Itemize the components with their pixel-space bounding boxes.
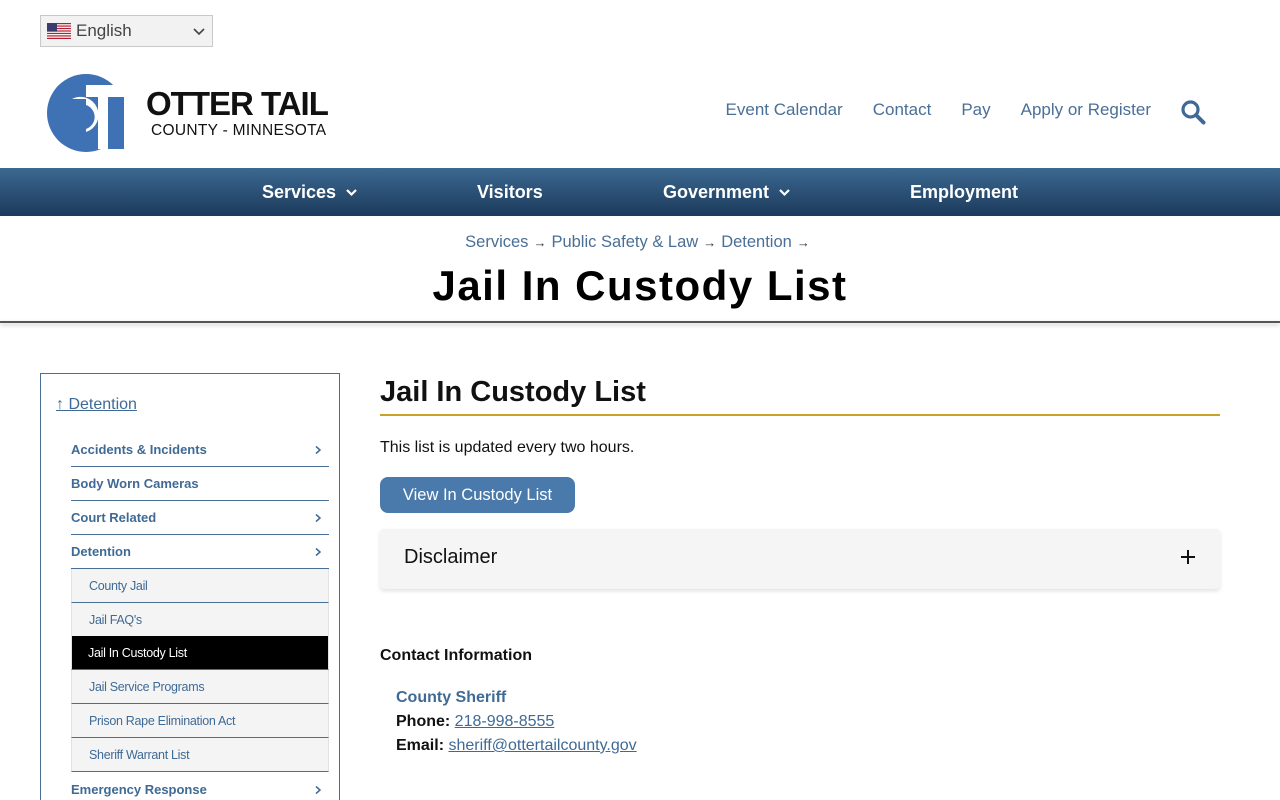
util-link-apply-register[interactable]: Apply or Register <box>1021 100 1151 120</box>
view-in-custody-list-button[interactable]: View In Custody List <box>380 477 575 513</box>
sidebar-subitem-label: Jail In Custody List <box>88 645 187 660</box>
breadcrumb-arrow: → <box>703 235 717 250</box>
nav-employment[interactable]: Employment <box>910 168 1018 216</box>
sidebar-item-court-related[interactable]: Court Related <box>71 501 329 535</box>
logo-subtitle: COUNTY - MINNESOTA <box>151 122 327 140</box>
sidebar-subitem-county-jail[interactable]: County Jail <box>71 569 329 603</box>
util-link-event-calendar[interactable]: Event Calendar <box>726 100 843 120</box>
page-title: Jail In Custody List <box>432 262 848 309</box>
sidebar-subitem-label: Jail Service Programs <box>89 679 205 694</box>
title-divider <box>0 321 1280 323</box>
nav-government[interactable]: Government <box>663 168 791 216</box>
sidebar-subitem-jail-in-custody-list[interactable]: Jail In Custody List <box>71 636 329 670</box>
sidebar-item-label: Emergency Response <box>71 782 207 797</box>
sidebar-item-body-worn-cameras[interactable]: Body Worn Cameras <box>71 467 329 501</box>
breadcrumb-arrow: → <box>533 235 547 250</box>
heading-divider <box>380 414 1220 416</box>
nav-services[interactable]: Services <box>262 168 358 216</box>
accordion-title: Disclaimer <box>404 546 498 568</box>
nav-government-label: Government <box>663 181 770 202</box>
sidebar-subitem-label: Prison Rape Elimination Act <box>89 713 236 728</box>
util-link-pay[interactable]: Pay <box>961 100 990 120</box>
sidebar: ↑ Detention Accidents & Incidents Body W… <box>40 373 340 800</box>
util-link-contact[interactable]: Contact <box>873 100 932 120</box>
intro-text: This list is updated every two hours. <box>380 439 635 456</box>
nav-visitors-label: Visitors <box>477 181 543 202</box>
sidebar-item-emergency-response[interactable]: Emergency Response <box>71 773 329 800</box>
breadcrumb-link-detention[interactable]: Detention <box>721 233 792 251</box>
breadcrumb-arrow: → <box>796 235 810 250</box>
language-label: English <box>76 21 132 40</box>
sidebar-parent-link[interactable]: ↑ Detention <box>56 396 137 414</box>
email-link[interactable]: sheriff@ottertailcounty.gov <box>448 737 636 754</box>
sidebar-subitem-prison-rape-elimination-act[interactable]: Prison Rape Elimination Act <box>71 704 329 738</box>
sidebar-item-detention[interactable]: Detention <box>71 535 329 569</box>
utility-nav: Event Calendar Contact Pay Apply or Regi… <box>726 100 1151 120</box>
sidebar-subitem-jail-faqs[interactable]: Jail FAQ's <box>71 603 329 637</box>
contact-email-line: Email: sheriff@ottertailcounty.gov <box>396 734 637 758</box>
plus-icon <box>1181 550 1195 564</box>
sidebar-item-accidents[interactable]: Accidents & Incidents <box>71 433 329 467</box>
content-heading: Jail In Custody List <box>380 376 646 408</box>
chevron-right-icon <box>315 445 322 454</box>
sidebar-item-label: Body Worn Cameras <box>71 476 199 491</box>
nav-employment-label: Employment <box>910 181 1019 202</box>
chevron-right-icon <box>315 785 322 794</box>
sidebar-item-label: Accidents & Incidents <box>71 442 207 457</box>
chevron-right-icon <box>315 513 322 522</box>
chevron-down-icon <box>779 188 790 196</box>
contact-phone-line: Phone: 218-998-8555 <box>396 710 637 734</box>
nav-visitors[interactable]: Visitors <box>477 168 543 216</box>
sidebar-subitem-label: Sheriff Warrant List <box>89 747 190 762</box>
contact-heading: Contact Information <box>380 647 532 664</box>
sidebar-subitem-label: Jail FAQ's <box>89 612 142 627</box>
main-nav: Services Visitors Government Employment <box>0 168 1280 216</box>
breadcrumb-link-public-safety[interactable]: Public Safety & Law <box>551 233 698 251</box>
contact-name: County Sheriff <box>396 689 507 706</box>
search-icon[interactable] <box>1180 99 1206 125</box>
contact-block: County Sheriff Phone: 218-998-8555 Email… <box>396 686 637 758</box>
us-flag-icon <box>47 23 71 39</box>
breadcrumb-link-services[interactable]: Services <box>465 233 528 251</box>
language-selector[interactable]: English <box>40 15 213 47</box>
sidebar-subitem-sheriff-warrant-list[interactable]: Sheriff Warrant List <box>71 738 329 772</box>
sidebar-subitem-label: County Jail <box>89 578 148 593</box>
otter-tail-logo-icon <box>47 74 130 152</box>
chevron-down-icon <box>346 188 357 196</box>
phone-label: Phone: <box>396 713 451 730</box>
disclaimer-accordion[interactable]: Disclaimer <box>380 529 1220 589</box>
sidebar-item-label: Detention <box>71 544 131 559</box>
nav-services-label: Services <box>262 181 337 202</box>
chevron-right-icon <box>315 547 322 556</box>
sidebar-subitem-jail-service-programs[interactable]: Jail Service Programs <box>71 670 329 704</box>
county-logo[interactable]: OTTER TAIL COUNTY - MINNESOTA <box>46 73 336 153</box>
email-label: Email: <box>396 737 445 754</box>
sidebar-item-label: Court Related <box>71 510 157 525</box>
chevron-down-icon <box>193 28 205 36</box>
logo-name: OTTER TAIL <box>146 85 329 123</box>
breadcrumb: Services → Public Safety & Law → Detention → <box>0 233 1280 252</box>
phone-link[interactable]: 218-998-8555 <box>455 713 555 730</box>
